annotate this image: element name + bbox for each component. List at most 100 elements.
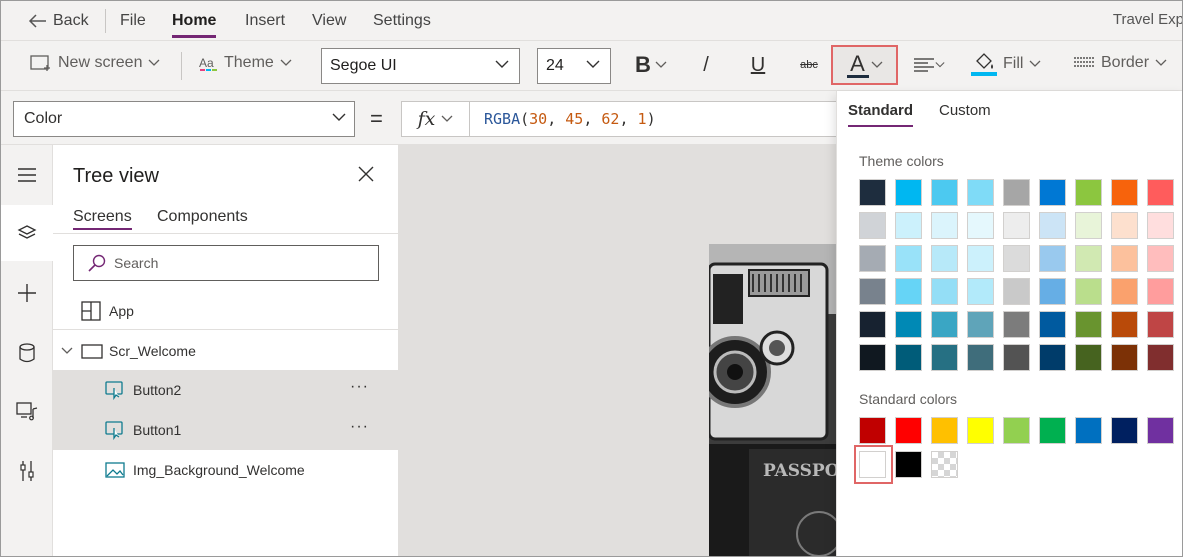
standard-color-swatch[interactable] — [1075, 417, 1102, 444]
theme-color-swatch[interactable] — [1039, 311, 1066, 338]
font-family-select[interactable]: Segoe UI — [321, 48, 520, 84]
theme-color-swatch[interactable] — [1111, 245, 1138, 272]
theme-color-swatch[interactable] — [1003, 344, 1030, 371]
theme-color-swatch[interactable] — [931, 311, 958, 338]
theme-color-swatch[interactable] — [859, 344, 886, 371]
fill-button[interactable]: Fill — [971, 52, 1041, 76]
more-options-icon[interactable]: ··· — [350, 418, 369, 436]
fx-button[interactable]: fx — [402, 102, 470, 136]
theme-color-swatch[interactable] — [1039, 278, 1066, 305]
new-screen-button[interactable]: New screen — [30, 54, 160, 72]
hamburger-menu-button[interactable] — [1, 147, 53, 203]
menu-view[interactable]: View — [312, 12, 346, 30]
align-button[interactable] — [911, 46, 947, 84]
font-size-select[interactable]: 24 — [537, 48, 611, 84]
font-color-button[interactable]: A — [831, 45, 898, 85]
theme-color-swatch[interactable] — [1075, 179, 1102, 206]
theme-color-swatch[interactable] — [967, 179, 994, 206]
standard-color-swatch[interactable] — [859, 417, 886, 444]
italic-button[interactable]: / — [691, 46, 721, 84]
theme-color-swatch[interactable] — [931, 245, 958, 272]
theme-color-swatch[interactable] — [967, 344, 994, 371]
theme-color-swatch[interactable] — [859, 278, 886, 305]
theme-color-swatch[interactable] — [1039, 245, 1066, 272]
theme-color-swatch[interactable] — [1111, 179, 1138, 206]
tab-custom[interactable]: Custom — [939, 102, 991, 119]
theme-color-swatch[interactable] — [1111, 278, 1138, 305]
media-button[interactable] — [1, 383, 53, 439]
property-select[interactable]: Color — [13, 101, 355, 137]
advanced-tools-button[interactable] — [1, 443, 53, 499]
data-button[interactable] — [1, 325, 53, 381]
more-options-icon[interactable]: ··· — [350, 378, 369, 396]
formula-input[interactable]: fx RGBA(30, 45, 62, 1) — [401, 101, 836, 137]
theme-color-swatch[interactable] — [1075, 212, 1102, 239]
close-button[interactable] — [357, 165, 375, 187]
bold-button[interactable]: B — [631, 46, 671, 84]
theme-color-swatch[interactable] — [859, 179, 886, 206]
menu-settings[interactable]: Settings — [373, 12, 431, 30]
theme-color-swatch[interactable] — [1147, 212, 1174, 239]
theme-color-swatch[interactable] — [895, 179, 922, 206]
standard-color-swatch[interactable] — [967, 417, 994, 444]
theme-color-swatch[interactable] — [1111, 311, 1138, 338]
theme-color-swatch[interactable] — [1147, 179, 1174, 206]
menu-home[interactable]: Home — [172, 12, 217, 38]
theme-color-swatch[interactable] — [1111, 212, 1138, 239]
theme-color-swatch[interactable] — [1003, 278, 1030, 305]
standard-color-swatch[interactable] — [931, 417, 958, 444]
transparent-color-swatch[interactable] — [931, 451, 958, 478]
theme-color-swatch[interactable] — [1039, 212, 1066, 239]
standard-color-swatch[interactable] — [895, 417, 922, 444]
standard-color-swatch[interactable] — [1111, 417, 1138, 444]
tab-screens[interactable]: Screens — [73, 208, 132, 230]
theme-color-swatch[interactable] — [1039, 344, 1066, 371]
standard-color-swatch[interactable] — [1039, 417, 1066, 444]
theme-color-swatch[interactable] — [1003, 179, 1030, 206]
theme-color-swatch[interactable] — [967, 212, 994, 239]
standard-color-swatch[interactable] — [1147, 417, 1174, 444]
tree-item-screen[interactable]: Scr_Welcome — [53, 331, 399, 371]
tree-item-app[interactable]: App — [53, 291, 399, 331]
tree-item-image[interactable]: Img_Background_Welcome — [53, 450, 399, 490]
theme-color-swatch[interactable] — [1147, 311, 1174, 338]
theme-color-swatch[interactable] — [859, 311, 886, 338]
theme-color-swatch[interactable] — [1147, 278, 1174, 305]
theme-color-swatch[interactable] — [1075, 245, 1102, 272]
menu-insert[interactable]: Insert — [245, 12, 285, 30]
theme-color-swatch[interactable] — [895, 311, 922, 338]
theme-button[interactable]: Aa Theme — [198, 54, 292, 72]
theme-color-swatch[interactable] — [895, 212, 922, 239]
theme-color-swatch[interactable] — [1075, 311, 1102, 338]
theme-color-swatch[interactable] — [859, 212, 886, 239]
standard-color-swatch[interactable] — [859, 451, 886, 478]
theme-color-swatch[interactable] — [967, 311, 994, 338]
theme-color-swatch[interactable] — [1111, 344, 1138, 371]
tree-item-button1[interactable]: Button1 ··· — [53, 410, 399, 450]
border-button[interactable]: Border — [1073, 54, 1167, 72]
theme-color-swatch[interactable] — [895, 245, 922, 272]
theme-color-swatch[interactable] — [859, 245, 886, 272]
theme-color-swatch[interactable] — [1075, 278, 1102, 305]
theme-color-swatch[interactable] — [895, 278, 922, 305]
theme-color-swatch[interactable] — [1003, 212, 1030, 239]
design-canvas[interactable]: PASSPO — [399, 145, 836, 556]
search-input[interactable]: Search — [73, 245, 379, 281]
theme-color-swatch[interactable] — [967, 278, 994, 305]
tree-item-button2[interactable]: Button2 ··· — [53, 370, 399, 410]
standard-color-swatch[interactable] — [895, 451, 922, 478]
underline-button[interactable]: U — [743, 46, 773, 84]
tree-view-button[interactable] — [1, 205, 53, 261]
tab-components[interactable]: Components — [157, 208, 248, 226]
theme-color-swatch[interactable] — [1147, 245, 1174, 272]
theme-color-swatch[interactable] — [1003, 245, 1030, 272]
theme-color-swatch[interactable] — [931, 278, 958, 305]
theme-color-swatch[interactable] — [895, 344, 922, 371]
tab-standard[interactable]: Standard — [848, 102, 914, 127]
theme-color-swatch[interactable] — [931, 179, 958, 206]
menu-file[interactable]: File — [120, 12, 146, 30]
background-photo[interactable]: PASSPO — [709, 244, 836, 556]
insert-button[interactable] — [1, 265, 53, 321]
theme-color-swatch[interactable] — [1147, 344, 1174, 371]
theme-color-swatch[interactable] — [1003, 311, 1030, 338]
